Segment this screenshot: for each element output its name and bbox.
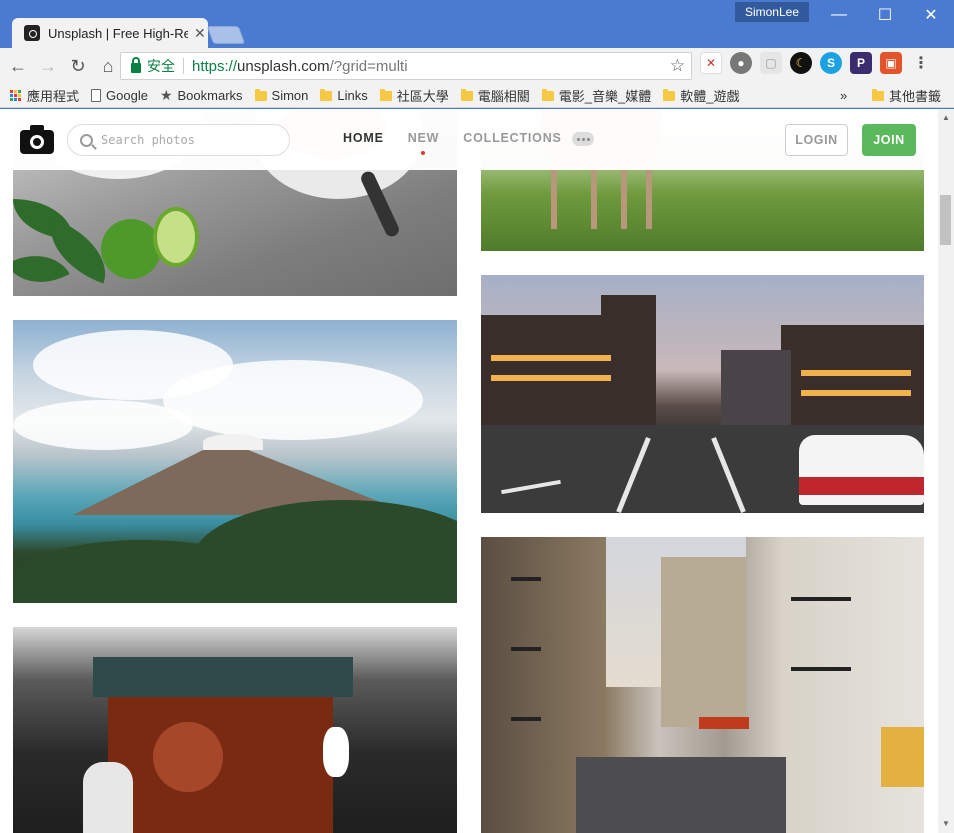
profile-badge[interactable]: SimonLee — [735, 2, 809, 22]
bookmark-computer[interactable]: 電腦相關 — [460, 86, 530, 105]
p-extension-icon[interactable]: P — [850, 52, 872, 74]
folder-icon — [379, 88, 392, 101]
bookmark-label: Links — [337, 88, 368, 103]
secure-indicator[interactable]: 安全 — [131, 56, 175, 76]
title-bar: Unsplash | Free High-Re ✕ SimonLee — ☐ ✕ — [0, 0, 954, 48]
bookmark-star-icon[interactable]: ☆ — [670, 56, 685, 76]
reload-button[interactable]: ↻ — [64, 52, 92, 80]
bookmark-label: 社區大學 — [396, 89, 449, 104]
bookmark-bookmarks[interactable]: ★ Bookmarks — [160, 87, 243, 104]
url-host: unsplash.com — [237, 57, 330, 75]
unsplash-favicon-icon — [24, 25, 40, 41]
star-icon: ★ — [159, 87, 173, 103]
back-button[interactable]: ← — [4, 52, 32, 80]
photo-japanese-restaurant[interactable] — [13, 627, 457, 833]
bookmark-links[interactable]: Links — [320, 88, 368, 103]
url-path: /?grid=multi — [329, 57, 408, 75]
site-header: HOME NEW COLLECTIONS LOGIN JOIN — [0, 109, 938, 170]
bookmark-media[interactable]: 電影_音樂_媒體 — [541, 86, 652, 105]
folder-icon — [254, 88, 267, 101]
tab-close-icon[interactable]: ✕ — [194, 25, 206, 42]
photo-city-street[interactable] — [481, 275, 924, 513]
bookmark-label: 應用程式 — [27, 89, 80, 104]
page-viewport: HOME NEW COLLECTIONS LOGIN JOIN — [0, 109, 954, 833]
scroll-thumb[interactable] — [940, 195, 951, 245]
new-tab-button[interactable] — [206, 26, 246, 44]
moon-extension-icon[interactable]: ☾ — [790, 52, 812, 74]
minimize-button[interactable]: — — [816, 0, 862, 30]
browser-window: Unsplash | Free High-Re ✕ SimonLee — ☐ ✕… — [0, 0, 954, 833]
photo-lake-mountains[interactable] — [13, 320, 457, 603]
folder-icon — [320, 88, 333, 101]
bookmark-label: Simon — [271, 88, 309, 103]
url-scheme: https:// — [192, 57, 238, 75]
apps-grid-icon — [10, 89, 22, 102]
forward-button[interactable]: → — [34, 52, 62, 80]
new-indicator-dot — [421, 151, 426, 155]
search-icon — [80, 133, 93, 147]
main-nav: HOME NEW COLLECTIONS — [343, 131, 562, 155]
nav-new[interactable]: NEW — [407, 131, 440, 155]
bookmarks-bar: 應用程式 Google ★ Bookmarks Simon Links 社區大學… — [0, 84, 954, 108]
menu-kebab-icon[interactable]: ⋮ — [910, 52, 932, 74]
chevron-double-right-icon: » — [840, 88, 848, 103]
search-input[interactable] — [101, 133, 281, 147]
address-bar[interactable]: 安全 https://unsplash.com/?grid=multi ☆ — [120, 52, 692, 80]
more-menu-icon[interactable] — [572, 132, 594, 146]
bookmark-label: 軟體_遊戲 — [680, 89, 740, 104]
maximize-button[interactable]: ☐ — [862, 0, 908, 30]
bookmark-label: 電影_音樂_媒體 — [558, 89, 652, 104]
bookmark-apps[interactable]: 應用程式 — [10, 86, 79, 105]
photo-paris-street[interactable] — [481, 537, 924, 833]
extension-icons: ✕ ● ▢ ☾ S P ▣ ⋮ — [700, 52, 932, 74]
bookmark-label: Bookmarks — [177, 88, 243, 103]
tab-unsplash[interactable]: Unsplash | Free High-Re ✕ — [12, 18, 208, 48]
home-button[interactable]: ⌂ — [94, 52, 122, 80]
browser-toolbar: ← → ↻ ⌂ 安全 https://unsplash.com/?grid=mu… — [0, 48, 954, 84]
nav-collections[interactable]: COLLECTIONS — [463, 131, 561, 145]
folder-icon — [663, 88, 676, 101]
page-icon — [91, 89, 102, 102]
search-box[interactable] — [67, 124, 290, 156]
tab-title: Unsplash | Free High-Re — [48, 25, 188, 41]
nav-home[interactable]: HOME — [343, 131, 384, 145]
url-text: https://unsplash.com/?grid=multi — [192, 58, 408, 75]
nav-new-label: NEW — [407, 131, 440, 145]
gray-extension-icon[interactable]: ▢ — [760, 52, 782, 74]
bookmark-label: 電腦相關 — [477, 89, 530, 104]
folder-icon — [541, 88, 554, 101]
close-window-button[interactable]: ✕ — [908, 0, 954, 30]
film-extension-icon[interactable]: ● — [730, 52, 752, 74]
join-button[interactable]: JOIN — [862, 124, 916, 156]
bookmark-community-college[interactable]: 社區大學 — [379, 86, 449, 105]
login-button[interactable]: LOGIN — [785, 124, 848, 156]
scroll-down-arrow-icon[interactable]: ▼ — [942, 819, 950, 828]
bookmark-other[interactable]: 其他書籤 — [872, 86, 941, 105]
folder-icon — [460, 88, 473, 101]
unsplash-camera-logo-icon[interactable] — [20, 124, 54, 154]
bookmark-simon[interactable]: Simon — [254, 88, 309, 103]
bookmark-label: 其他書籤 — [889, 89, 942, 104]
mute-extension-icon[interactable]: ✕ — [700, 52, 722, 74]
skype-icon[interactable]: S — [820, 52, 842, 74]
bookmark-google[interactable]: Google — [91, 88, 148, 103]
bookmark-software-games[interactable]: 軟體_遊戲 — [663, 86, 739, 105]
secure-label: 安全 — [147, 58, 175, 74]
vertical-scrollbar[interactable]: ▲ ▼ — [938, 109, 954, 833]
office-icon[interactable]: ▣ — [880, 52, 902, 74]
lock-icon — [131, 56, 141, 73]
scroll-up-arrow-icon[interactable]: ▲ — [942, 113, 950, 122]
bookmarks-overflow-button[interactable]: » — [840, 88, 847, 103]
omnibox-divider — [183, 58, 184, 74]
bookmark-label: Google — [106, 88, 148, 103]
folder-icon — [872, 88, 884, 101]
